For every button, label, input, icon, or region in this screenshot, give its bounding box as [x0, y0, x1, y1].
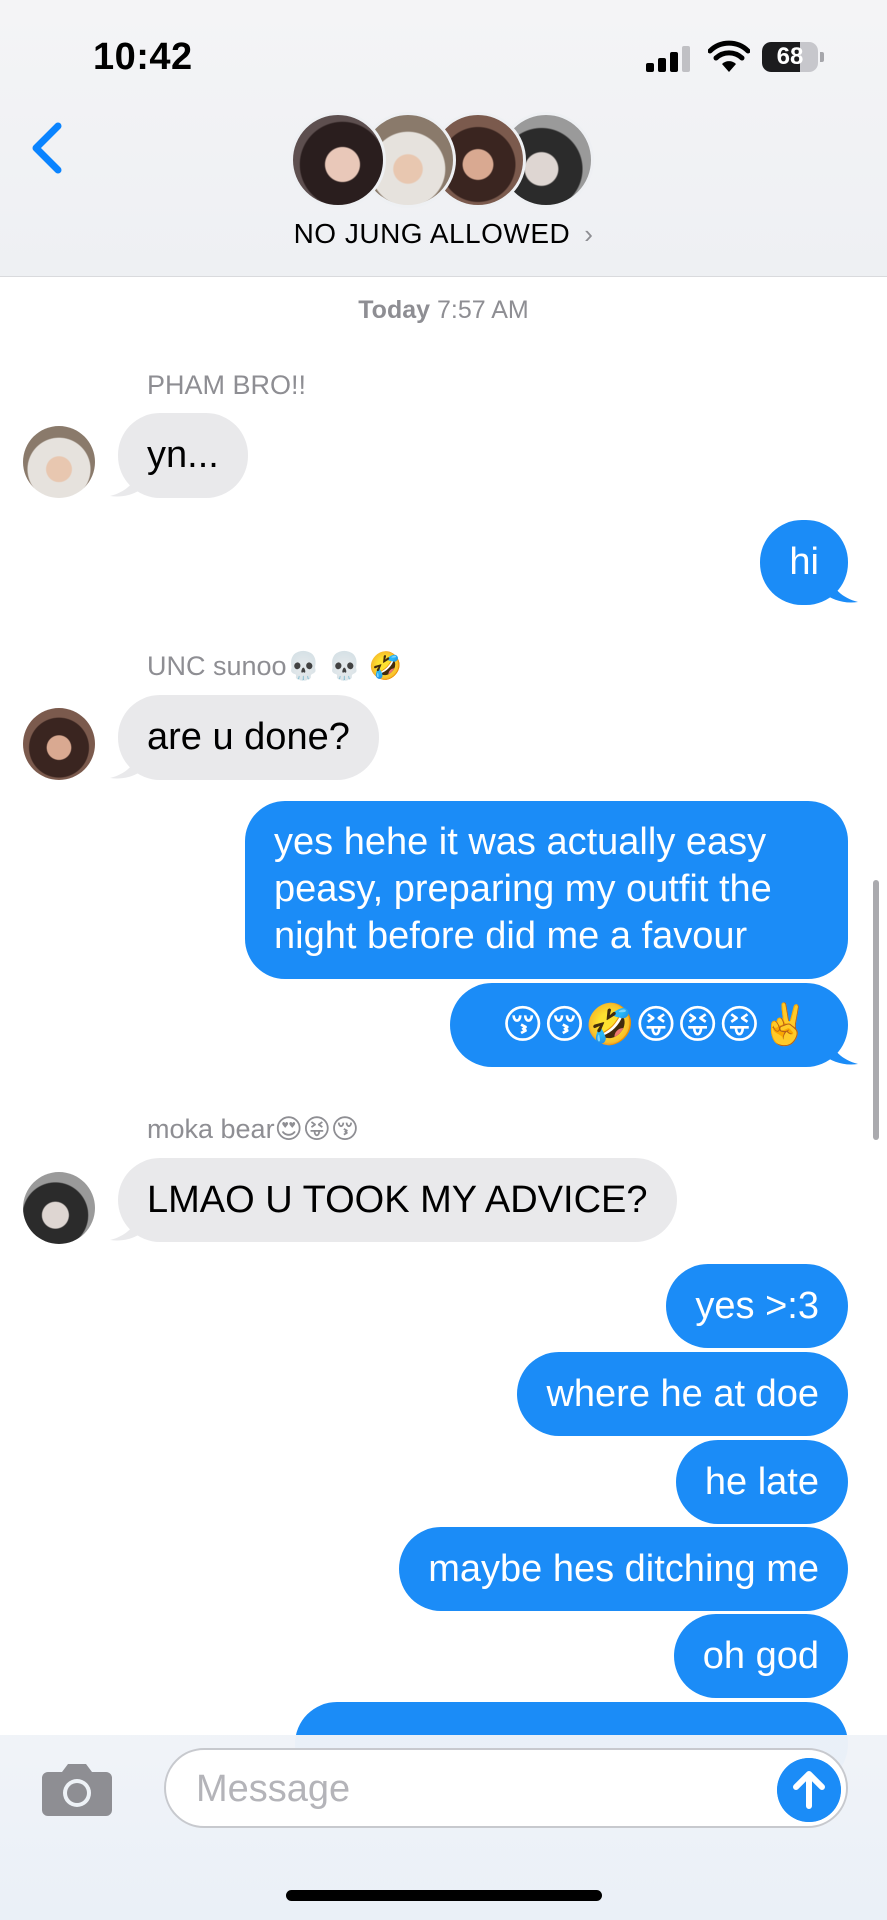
message-bubble-outgoing[interactable]: where he at doe — [517, 1352, 848, 1436]
message-input[interactable] — [196, 1762, 756, 1816]
message-bubble-outgoing[interactable]: oh god — [673, 1614, 848, 1698]
scrollbar[interactable] — [873, 880, 879, 1140]
message-bubble-outgoing[interactable]: hi — [760, 520, 848, 605]
cellular-signal-icon — [646, 46, 692, 72]
timestamp-time: 7:57 AM — [436, 296, 529, 324]
message-bubble-outgoing[interactable]: yes hehe it was actually easy peasy, pre… — [245, 801, 848, 979]
battery-percentage: 68 — [776, 43, 804, 70]
message-bubble-incoming[interactable]: LMAO U TOOK MY ADVICE? — [118, 1158, 677, 1242]
message-bubble-outgoing[interactable]: he late — [675, 1440, 848, 1524]
home-indicator — [286, 1890, 602, 1901]
avatar[interactable] — [23, 1172, 95, 1244]
battery-indicator: 68 — [762, 42, 824, 72]
message-bubble-outgoing[interactable]: yes >:3 — [666, 1264, 848, 1348]
sender-name: moka bear😍😝😚 — [147, 1114, 360, 1144]
group-name-label: NO JUNG ALLOWED — [293, 218, 571, 249]
back-button[interactable] — [22, 118, 72, 178]
chevron-right-icon: › — [584, 219, 594, 249]
conversation-header: 10:42 68 NO JUNG ALLOWED › — [0, 0, 887, 277]
wifi-icon — [708, 40, 750, 72]
avatar — [290, 112, 386, 208]
status-time: 10:42 — [93, 36, 193, 78]
message-input-field[interactable] — [164, 1748, 848, 1828]
conversation-timestamp: Today 7:57 AM — [0, 296, 887, 325]
message-bubble-outgoing[interactable]: 😚😚🤣😝😝😝✌️ — [449, 983, 848, 1067]
group-avatar-stack[interactable] — [290, 112, 600, 212]
sender-name: UNC sunoo💀 💀 🤣 — [147, 651, 403, 681]
avatar[interactable] — [23, 426, 95, 498]
message-bubble-incoming[interactable]: yn... — [118, 413, 248, 498]
message-bubble-incoming[interactable]: are u done? — [118, 695, 379, 780]
avatar[interactable] — [23, 708, 95, 780]
timestamp-date: Today — [358, 296, 431, 324]
arrow-up-icon[interactable] — [777, 1758, 841, 1822]
message-bubble-outgoing[interactable]: maybe hes ditching me — [399, 1527, 848, 1611]
sender-name: PHAM BRO!! — [147, 370, 307, 400]
group-name[interactable]: NO JUNG ALLOWED › — [0, 218, 887, 250]
camera-icon[interactable] — [40, 1760, 114, 1818]
